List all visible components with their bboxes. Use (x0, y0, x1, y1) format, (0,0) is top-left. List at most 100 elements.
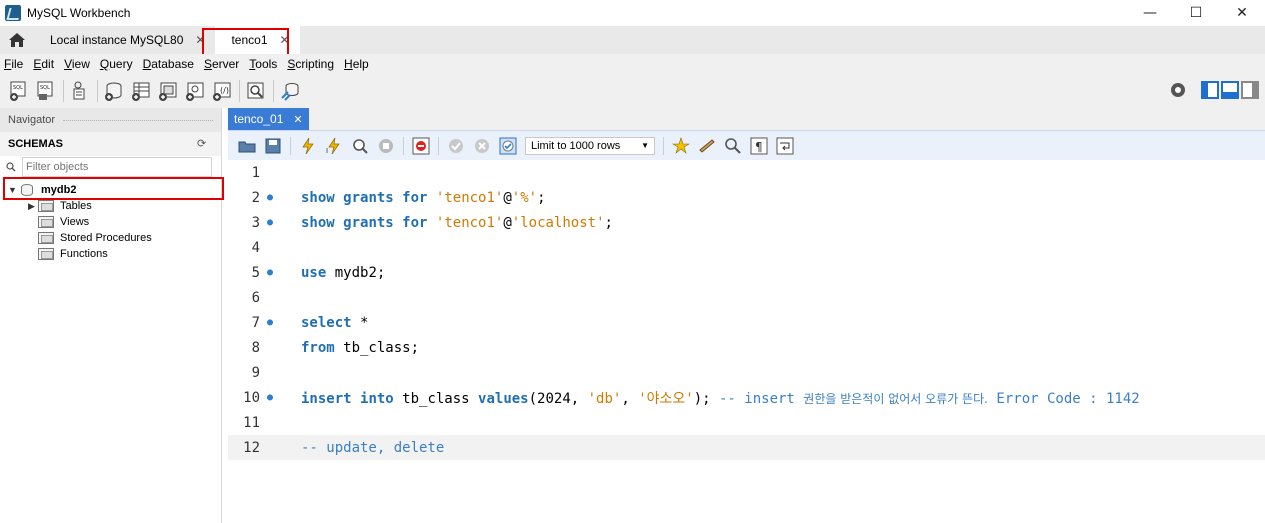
line-number: 5 (251, 264, 260, 281)
toggle-stop-on-error-icon[interactable] (412, 137, 430, 155)
code-line-current: 12 -- update, delete (228, 435, 1265, 460)
toolbar-separator (63, 80, 64, 102)
code-line: 3 ● show grants for 'tenco1'@'localhost'… (228, 210, 1265, 235)
line-number: 11 (243, 414, 260, 431)
sql-editor-toolbar: I Limit to 1000 rows ▼ ¶ (228, 130, 1265, 160)
create-procedure-icon[interactable] (184, 80, 206, 102)
code-text: use mydb2; (301, 264, 386, 281)
menu-query[interactable]: Query (95, 57, 138, 71)
navigator-title: Navigator (8, 114, 56, 126)
home-icon (9, 33, 25, 47)
navigator-header: Navigator (0, 108, 221, 132)
toolbar-separator (97, 80, 98, 102)
main-toolbar: SQL SQL (/) (0, 74, 1265, 108)
tree-item-tables[interactable]: ▶ Tables (0, 198, 221, 214)
find-replace-icon[interactable] (724, 137, 742, 155)
function-folder-icon (38, 248, 54, 260)
toolbar-separator (663, 136, 664, 155)
limit-rows-select[interactable]: Limit to 1000 rows ▼ (525, 136, 655, 155)
create-function-icon[interactable]: (/) (211, 80, 233, 102)
code-text: insert into tb_class values(2024, 'db', … (301, 390, 1140, 407)
menu-edit[interactable]: Edit (28, 57, 59, 71)
tab-local-instance[interactable]: Local instance MySQL80 ✕ (34, 26, 216, 54)
code-text: show grants for 'tenco1'@'%'; (301, 189, 546, 206)
tree-item-stored-procedures[interactable]: Stored Procedures (0, 230, 221, 246)
statement-marker-icon: ● (266, 217, 274, 228)
minimize-button[interactable]: — (1127, 0, 1173, 26)
statement-marker-icon: ● (266, 192, 274, 203)
tree-item-label: Views (60, 216, 90, 228)
home-tab[interactable] (0, 26, 34, 54)
limit-rows-value: Limit to 1000 rows (531, 139, 621, 152)
menu-file[interactable]: File (0, 57, 28, 71)
code-line: 9 (228, 360, 1265, 385)
code-line: 7 ● select * (228, 310, 1265, 335)
word-wrap-icon[interactable] (776, 137, 794, 155)
maximize-button[interactable]: ☐ (1173, 0, 1219, 26)
highlight-box-schema (3, 177, 224, 200)
code-line: 1 (228, 160, 1265, 185)
menu-server[interactable]: Server (199, 57, 244, 71)
menu-help[interactable]: Help (339, 57, 374, 71)
open-sql-script-icon[interactable]: SQL (35, 80, 57, 102)
tab-label: Local instance MySQL80 (50, 33, 184, 47)
procedure-folder-icon (38, 232, 54, 244)
menu-scripting[interactable]: Scripting (282, 57, 339, 71)
settings-gear-icon[interactable] (1169, 81, 1187, 99)
schemas-header: SCHEMAS (0, 132, 221, 156)
line-number: 2 (251, 189, 260, 206)
commit-icon[interactable] (447, 137, 465, 155)
sql-editor-panel: tenco_01 ✕ I Limit to 1000 rows ▼ ¶ 1 2 … (228, 108, 1265, 523)
code-line: 6 (228, 285, 1265, 310)
save-icon[interactable] (264, 137, 282, 155)
close-icon[interactable]: ✕ (293, 113, 302, 126)
search-table-data-icon[interactable] (245, 80, 267, 102)
execute-current-statement-icon[interactable]: I (325, 137, 343, 155)
menu-database[interactable]: Database (138, 57, 199, 71)
tree-item-views[interactable]: Views (0, 214, 221, 230)
refresh-schemas-icon[interactable]: ⟳ (197, 137, 206, 150)
create-schema-icon[interactable] (103, 80, 125, 102)
code-text: show grants for 'tenco1'@'localhost'; (301, 214, 613, 231)
object-inspector-icon[interactable] (69, 80, 91, 102)
view-folder-icon (38, 216, 54, 228)
code-text: from tb_class; (301, 339, 420, 356)
tree-item-label: Stored Procedures (60, 232, 152, 244)
filter-objects-input[interactable] (22, 157, 212, 177)
tree-item-functions[interactable]: Functions (0, 246, 221, 262)
beautify-icon[interactable] (698, 137, 716, 155)
tab-tenco-01[interactable]: tenco_01 ✕ (228, 108, 309, 130)
close-window-button[interactable]: ✕ (1219, 0, 1265, 26)
statement-marker-icon: ● (266, 317, 274, 328)
line-number: 7 (251, 314, 260, 331)
new-sql-tab-icon[interactable]: SQL (8, 80, 30, 102)
line-number: 12 (243, 439, 260, 456)
sql-code-editor[interactable]: 1 2 ● show grants for 'tenco1'@'%'; 3 ● … (228, 160, 1265, 523)
toggle-output-panel-button[interactable] (1221, 81, 1239, 99)
code-line: 4 (228, 235, 1265, 260)
add-snippet-icon[interactable] (672, 136, 690, 155)
menu-tools[interactable]: Tools (244, 57, 282, 71)
open-file-icon[interactable] (238, 137, 256, 155)
mysql-workbench-logo-icon (5, 5, 21, 21)
code-line: 2 ● show grants for 'tenco1'@'%'; (228, 185, 1265, 210)
toolbar-separator (273, 80, 274, 102)
menu-view[interactable]: View (59, 57, 95, 71)
stop-icon[interactable] (377, 137, 395, 155)
line-number: 4 (251, 239, 260, 256)
toggle-sidebar-button[interactable] (1201, 81, 1219, 99)
collapse-caret-icon[interactable]: ▶ (28, 201, 38, 212)
toolbar-separator (239, 80, 240, 102)
panel-layout-controls (1169, 81, 1259, 99)
execute-icon[interactable] (299, 137, 317, 155)
rollback-icon[interactable] (473, 137, 491, 155)
toggle-secondary-sidebar-button[interactable] (1241, 81, 1259, 99)
code-line: 11 (228, 410, 1265, 435)
explain-icon[interactable] (351, 137, 369, 155)
auto-commit-icon[interactable] (499, 137, 517, 155)
create-view-icon[interactable] (157, 80, 179, 102)
reconnect-icon[interactable] (279, 80, 301, 102)
invisible-characters-icon[interactable]: ¶ (750, 137, 768, 155)
create-table-icon[interactable] (130, 80, 152, 102)
menu-bar: File Edit View Query Database Server Too… (0, 54, 1265, 74)
